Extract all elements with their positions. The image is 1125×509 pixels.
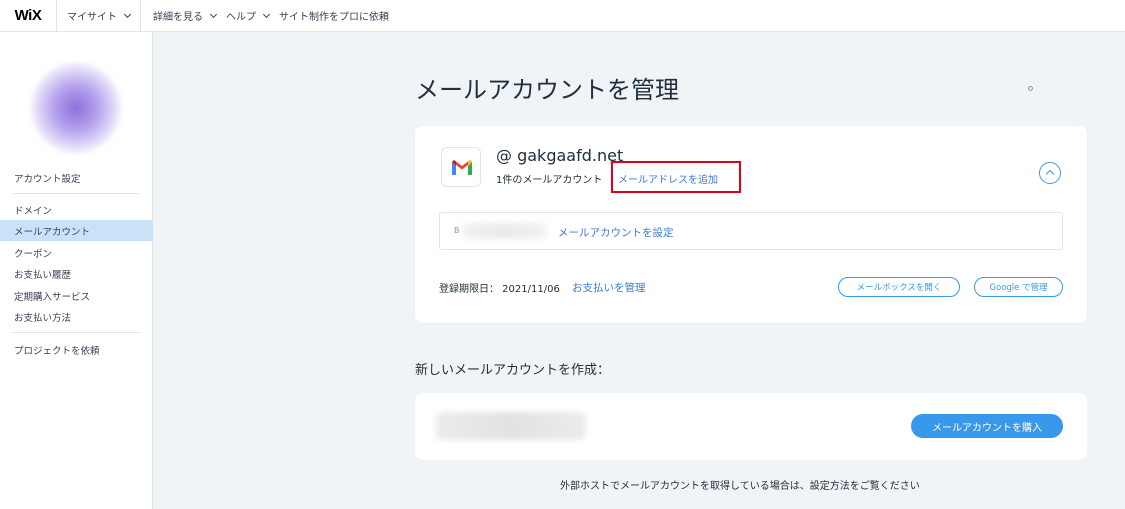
sidebar-item-coupons[interactable]: クーポン — [14, 246, 52, 260]
sidebar-divider — [12, 193, 140, 194]
new-account-section-title: 新しいメールアカウントを作成： — [415, 363, 611, 378]
page-title: メールアカウントを管理 — [415, 76, 679, 104]
sidebar-divider — [12, 332, 140, 333]
chevron-down-icon — [209, 10, 218, 18]
manage-payment-link[interactable]: お支払いを管理 — [572, 280, 646, 295]
sidebar-item-billing-history[interactable]: お支払い履歴 — [14, 267, 71, 281]
highlight-annotation-box — [611, 161, 741, 193]
email-domain: @ gakgaafd.net — [496, 146, 624, 165]
status-dot-icon — [1028, 86, 1033, 91]
blurred-email-address — [462, 223, 547, 239]
collapse-button[interactable] — [1039, 162, 1061, 184]
google-manage-button[interactable]: Google で管理 — [974, 277, 1063, 297]
divider — [56, 0, 57, 32]
account-count: 1件のメールアカウント — [496, 175, 603, 186]
setup-email-account-link[interactable]: メールアカウントを設定 — [558, 225, 674, 240]
divider — [140, 0, 141, 32]
sidebar-item-email-accounts[interactable]: メールアカウント — [14, 224, 90, 238]
help-menu[interactable]: ヘルプ — [226, 8, 271, 23]
chevron-down-icon — [123, 10, 132, 18]
buy-email-account-button[interactable]: メールアカウントを購入 — [911, 414, 1063, 438]
gmail-logo — [441, 147, 481, 187]
sidebar-item-account-settings[interactable]: アカウント設定 — [14, 171, 81, 185]
chevron-up-icon — [1045, 169, 1055, 179]
gmail-icon — [452, 160, 472, 175]
top-bar: WiX マイサイト 詳細を見る ヘルプ サイト制作をプロに依頼 — [0, 0, 1125, 32]
details-label: 詳細を見る — [153, 12, 203, 23]
wix-logo[interactable]: WiX — [0, 7, 56, 24]
blurred-content — [436, 412, 586, 440]
sidebar-item-payment-methods[interactable]: お支払い方法 — [14, 310, 71, 324]
help-label: ヘルプ — [226, 12, 256, 23]
chevron-down-icon — [262, 10, 271, 18]
hire-pro-label: サイト制作をプロに依頼 — [279, 12, 389, 23]
avatar — [30, 62, 122, 154]
external-host-note: 外部ホストでメールアカウントを取得している場合は、設定方法をご覧ください — [560, 481, 920, 492]
my-sites-label: マイサイト — [67, 12, 117, 23]
account-initial: B — [454, 226, 460, 235]
sidebar: アカウント設定 ドメイン メールアカウント クーポン お支払い履歴 定期購入サー… — [0, 32, 153, 509]
details-menu[interactable]: 詳細を見る — [153, 8, 218, 23]
sidebar-item-domains[interactable]: ドメイン — [14, 203, 52, 217]
my-sites-menu[interactable]: マイサイト — [67, 8, 132, 23]
sidebar-item-subscriptions[interactable]: 定期購入サービス — [14, 289, 90, 303]
hire-pro-link[interactable]: サイト制作をプロに依頼 — [279, 8, 389, 23]
expiry-date: 登録期限日： 2021/11/06 — [439, 284, 560, 295]
sidebar-item-request-project[interactable]: プロジェクトを依頼 — [14, 343, 100, 357]
open-mailbox-button[interactable]: メールボックスを開く — [838, 277, 960, 297]
